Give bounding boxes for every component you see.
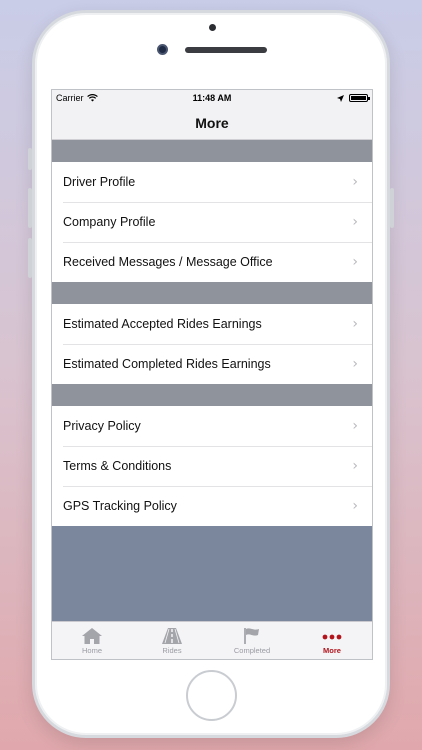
menu-item-gps-tracking-policy[interactable]: GPS Tracking Policy ›	[52, 486, 372, 526]
earpiece-speaker	[185, 47, 267, 53]
chevron-right-icon: ›	[352, 418, 358, 434]
flag-icon	[244, 627, 259, 644]
tab-label: More	[323, 645, 341, 655]
tab-label: Home	[81, 645, 102, 655]
empty-background	[52, 526, 372, 624]
menu-group-earnings: Estimated Accepted Rides Earnings › Esti…	[52, 304, 372, 384]
volume-down-button	[28, 238, 32, 278]
chevron-right-icon: ›	[352, 254, 358, 270]
app-screen: Carrier 11:48 AM More Driver Profile › C…	[51, 89, 373, 660]
menu-item-label: Terms & Conditions	[63, 459, 172, 473]
section-gap	[52, 384, 372, 406]
menu-item-label: Estimated Completed Rides Earnings	[63, 357, 271, 371]
tab-bar: Home Rides Completed More	[52, 621, 372, 659]
menu-item-completed-earnings[interactable]: Estimated Completed Rides Earnings ›	[52, 344, 372, 384]
menu-item-label: Driver Profile	[63, 175, 136, 189]
chevron-right-icon: ›	[352, 214, 358, 230]
menu-item-label: Estimated Accepted Rides Earnings	[63, 317, 262, 331]
power-button	[390, 188, 394, 228]
status-bar: Carrier 11:48 AM	[52, 90, 372, 106]
menu-group-policies: Privacy Policy › Terms & Conditions › GP…	[52, 406, 372, 526]
tab-label: Rides	[162, 645, 182, 655]
volume-up-button	[28, 188, 32, 228]
chevron-right-icon: ›	[352, 458, 358, 474]
menu-item-received-messages[interactable]: Received Messages / Message Office ›	[52, 242, 372, 282]
page-title: More	[195, 114, 229, 131]
tab-more[interactable]: More	[292, 622, 372, 659]
menu-item-accepted-earnings[interactable]: Estimated Accepted Rides Earnings ›	[52, 304, 372, 344]
clock: 11:48 AM	[192, 93, 232, 103]
tab-home[interactable]: Home	[52, 622, 132, 659]
section-gap	[52, 140, 372, 162]
menu-group-profile: Driver Profile › Company Profile › Recei…	[52, 162, 372, 282]
menu-item-label: GPS Tracking Policy	[63, 499, 177, 513]
tab-completed[interactable]: Completed	[212, 622, 292, 659]
menu-item-label: Received Messages / Message Office	[63, 255, 273, 269]
chevron-right-icon: ›	[352, 174, 358, 190]
home-icon	[82, 627, 102, 644]
menu-item-driver-profile[interactable]: Driver Profile ›	[52, 162, 372, 202]
volume-button	[28, 148, 32, 170]
more-dots-icon	[322, 634, 342, 639]
menu-item-terms-conditions[interactable]: Terms & Conditions ›	[52, 446, 372, 486]
chevron-right-icon: ›	[352, 498, 358, 514]
proximity-sensor	[209, 24, 216, 31]
tab-rides[interactable]: Rides	[132, 622, 212, 659]
chevron-right-icon: ›	[352, 356, 358, 372]
front-camera	[157, 44, 168, 55]
nav-bar: More	[52, 106, 372, 140]
battery-icon	[349, 94, 370, 102]
home-button[interactable]	[186, 670, 237, 721]
menu-item-label: Company Profile	[63, 215, 156, 229]
menu-item-label: Privacy Policy	[63, 419, 141, 433]
menu-item-company-profile[interactable]: Company Profile ›	[52, 202, 372, 242]
chevron-right-icon: ›	[352, 316, 358, 332]
section-gap	[52, 282, 372, 304]
menu-item-privacy-policy[interactable]: Privacy Policy ›	[52, 406, 372, 446]
tab-label: Completed	[233, 645, 271, 655]
road-icon	[162, 627, 182, 644]
